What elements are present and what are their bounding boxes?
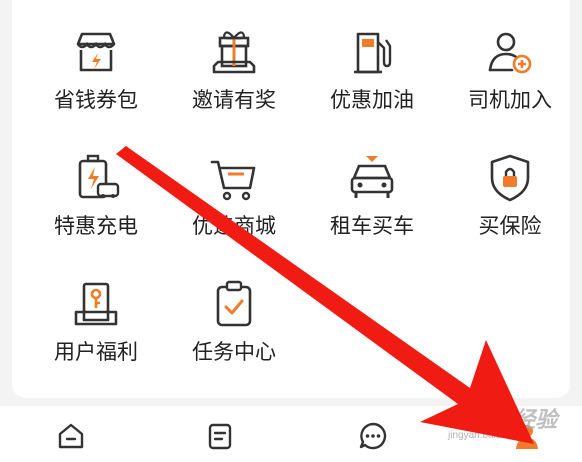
grid-item-label: 任务中心 — [192, 340, 276, 364]
grid-item-invite[interactable]: 邀请有奖 — [169, 0, 299, 112]
grid-item-label: 特惠充电 — [54, 214, 138, 238]
grid-item-user-welfare[interactable]: 用户福利 — [31, 252, 161, 364]
ev-charging-icon — [78, 154, 120, 199]
fuel-pump-icon — [354, 32, 392, 74]
grid-item-label: 租车买车 — [330, 214, 414, 238]
car-icon — [350, 156, 394, 198]
orders-icon[interactable] — [204, 420, 236, 452]
shield-lock-icon — [490, 154, 530, 202]
message-icon[interactable] — [357, 420, 389, 452]
grid-item-label: 邀请有奖 — [192, 88, 276, 112]
grid-item-label: 优惠加油 — [330, 88, 414, 112]
shop-coupon-icon — [76, 32, 116, 72]
gift-icon — [212, 31, 256, 74]
shopping-cart-icon — [210, 160, 256, 201]
grid-item-mall[interactable]: 优选商城 — [169, 126, 299, 238]
grid-item-label: 买保险 — [478, 214, 542, 238]
grid-item-task-center[interactable]: 任务中心 — [169, 252, 299, 364]
home-icon[interactable] — [55, 420, 87, 452]
services-card: 省钱券包 邀请有奖 优惠加油 司机加入 特惠充电 优选商城 租车买车 买保险 用… — [12, 0, 570, 398]
welfare-icon — [74, 282, 118, 326]
grid-item-coupon-pack[interactable]: 省钱券包 — [31, 0, 161, 112]
clipboard-check-icon — [216, 280, 252, 327]
driver-add-icon — [488, 32, 532, 74]
grid-item-label: 司机加入 — [468, 88, 552, 112]
grid-item-insurance[interactable]: 买保险 — [445, 126, 575, 238]
watermark-url: jingyan.baidu.com — [448, 430, 529, 441]
grid-item-ev-charging[interactable]: 特惠充电 — [31, 126, 161, 238]
grid-item-car-rental[interactable]: 租车买车 — [307, 126, 437, 238]
watermark: Baidu 经验 jingyan.baidu.com — [446, 398, 576, 458]
grid-item-label: 用户福利 — [54, 340, 138, 364]
grid-item-fuel[interactable]: 优惠加油 — [307, 0, 437, 112]
grid-item-label: 优选商城 — [192, 214, 276, 238]
grid-item-label: 省钱券包 — [54, 88, 138, 112]
grid-item-driver-join[interactable]: 司机加入 — [445, 0, 575, 112]
